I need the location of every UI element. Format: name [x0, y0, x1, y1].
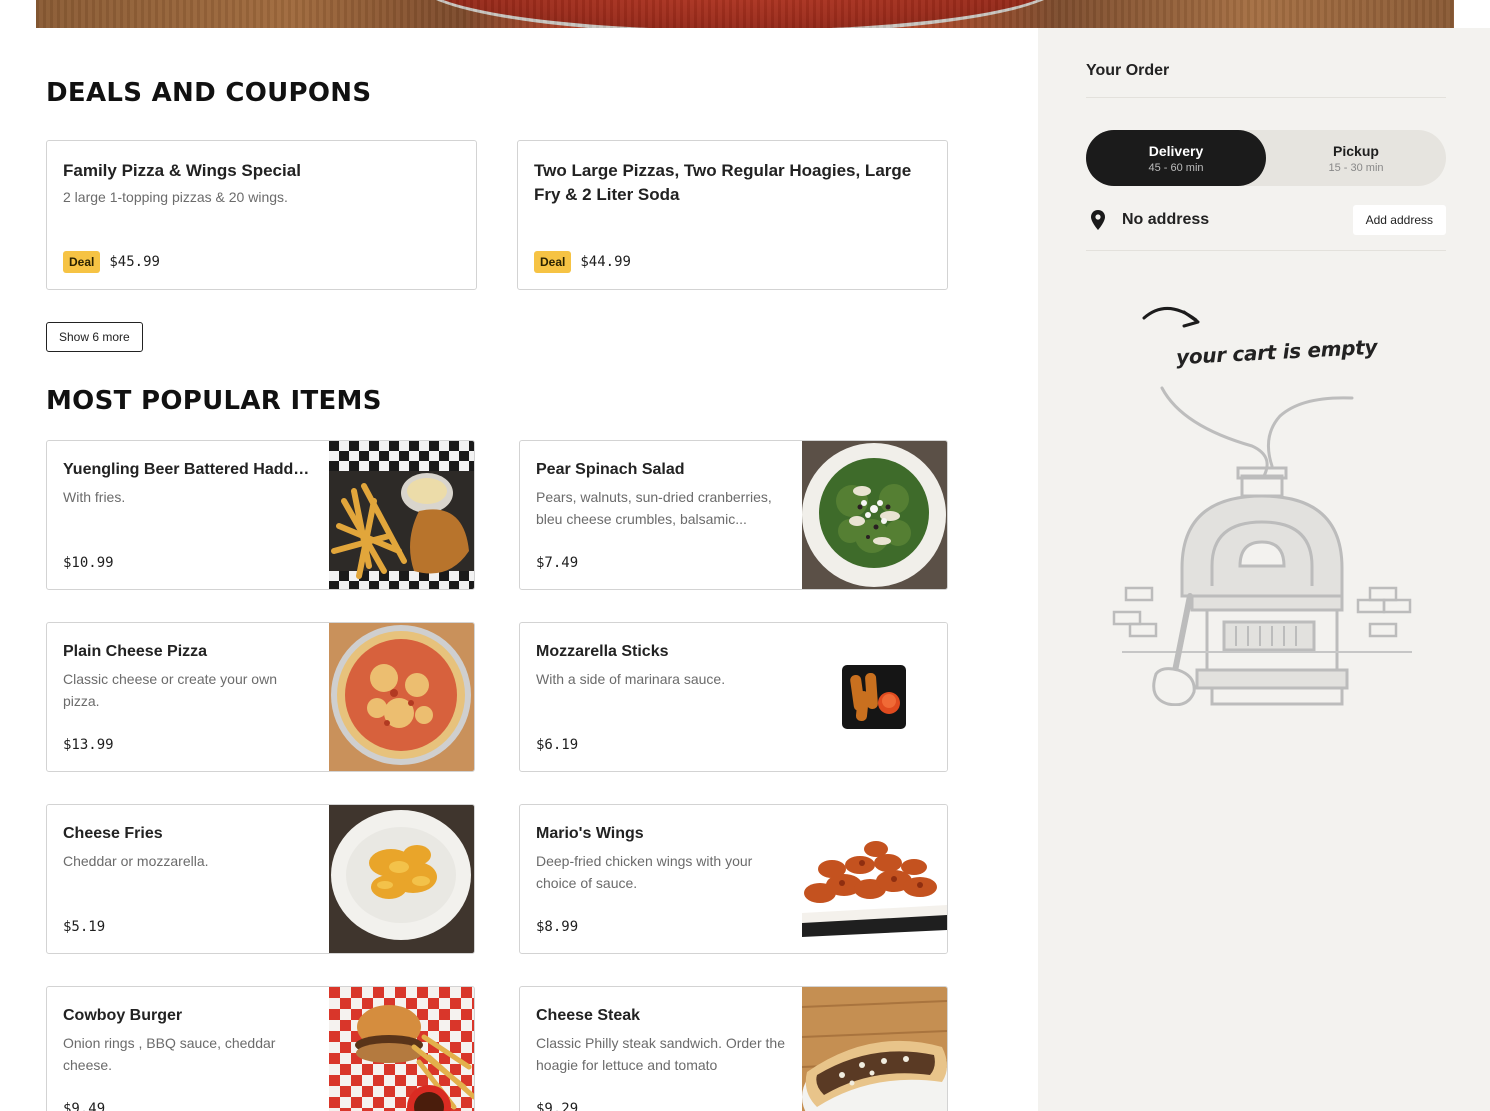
pickup-time: 15 - 30 min [1328, 161, 1384, 174]
menu-item-card[interactable]: Yuengling Beer Battered Haddo... With fr… [46, 440, 475, 590]
item-name: Pear Spinach Salad [536, 461, 685, 478]
item-name: Mozzarella Sticks [536, 643, 669, 660]
popular-section-title: MOST POPULAR ITEMS [46, 386, 382, 416]
salad-photo [802, 441, 947, 589]
item-price: $5.19 [63, 919, 106, 935]
deal-description: 2 large 1-topping pizzas & 20 wings. [63, 189, 288, 205]
cheese-steak-photo [802, 987, 947, 1111]
order-sidebar: Your Order Delivery 45 - 60 min Pickup 1… [1038, 28, 1490, 1111]
delivery-option[interactable]: Delivery 45 - 60 min [1086, 130, 1266, 186]
deal-price: $45.99 [109, 254, 160, 270]
address-text: No address [1122, 211, 1210, 228]
restaurant-hero-image [36, 0, 1454, 28]
deals-section-title: DEALS AND COUPONS [46, 78, 372, 108]
item-description: Deep-fried chicken wings with your choic… [536, 853, 753, 891]
menu-item-card[interactable]: Cheese Steak Classic Philly steak sandwi… [519, 986, 948, 1111]
menu-item-card[interactable]: Cheese Fries Cheddar or mozzarella. $5.1… [46, 804, 475, 954]
wings-photo [802, 805, 947, 953]
item-name: Cheese Steak [536, 1007, 641, 1024]
divider [1086, 97, 1446, 98]
item-price: $6.19 [536, 737, 579, 753]
location-pin-icon [1091, 210, 1105, 230]
menu-item-card[interactable]: Plain Cheese Pizza Classic cheese or cre… [46, 622, 475, 772]
mozzarella-sticks-photo [802, 623, 947, 771]
pickup-label: Pickup [1333, 142, 1379, 159]
item-name: Plain Cheese Pizza [63, 643, 208, 660]
show-more-deals-button[interactable]: Show 6 more [46, 322, 143, 352]
deal-card[interactable]: Two Large Pizzas, Two Regular Hoagies, L… [517, 140, 948, 290]
cheese-pizza-photo [329, 623, 474, 771]
cheese-fries-photo [329, 805, 474, 953]
item-price: $7.49 [536, 555, 579, 571]
item-description: With a side of marinara sauce. [536, 671, 726, 687]
order-title: Your Order [1086, 62, 1170, 79]
fulfillment-toggle: Delivery 45 - 60 min Pickup 15 - 30 min [1086, 130, 1446, 186]
menu-item-card[interactable]: Mozzarella Sticks With a side of marinar… [519, 622, 948, 772]
item-description: With fries. [63, 489, 126, 505]
menu-item-card[interactable]: Pear Spinach Salad Pears, walnuts, sun-d… [519, 440, 948, 590]
item-name: Mario's Wings [536, 825, 644, 842]
delivery-label: Delivery [1148, 142, 1204, 159]
item-description: Pears, walnuts, sun-dried cranberries, b… [536, 489, 772, 527]
deal-badge: Deal [63, 251, 101, 273]
item-price: $10.99 [63, 555, 114, 571]
address-row: No address Add address [1086, 204, 1446, 236]
item-price: $13.99 [63, 737, 114, 753]
item-description: Onion rings , BBQ sauce, cheddar cheese. [63, 1035, 276, 1073]
item-name: Cowboy Burger [63, 1007, 183, 1024]
item-price: $9.49 [63, 1101, 106, 1111]
fish-and-chips-photo [329, 441, 474, 589]
item-price: $9.29 [536, 1101, 579, 1111]
delivery-time: 45 - 60 min [1148, 161, 1204, 174]
pickup-option[interactable]: Pickup 15 - 30 min [1266, 130, 1446, 186]
menu-item-card[interactable]: Mario's Wings Deep-fried chicken wings w… [519, 804, 948, 954]
deal-card[interactable]: Family Pizza & Wings Special 2 large 1-t… [46, 140, 477, 290]
item-description: Classic Philly steak sandwich. Order the… [536, 1035, 785, 1073]
item-description: Classic cheese or create your own pizza. [63, 671, 277, 709]
divider [1086, 250, 1446, 251]
item-description: Cheddar or mozzarella. [63, 853, 209, 869]
add-address-button[interactable]: Add address [1352, 205, 1446, 235]
item-name: Cheese Fries [63, 825, 163, 842]
item-name: Yuengling Beer Battered Haddo... [63, 461, 313, 478]
item-price: $8.99 [536, 919, 579, 935]
deal-name: Two Large Pizzas, Two Regular Hoagies, L… [534, 161, 912, 204]
deal-price: $44.99 [580, 254, 631, 270]
menu-item-card[interactable]: Cowboy Burger Onion rings , BBQ sauce, c… [46, 986, 475, 1111]
burger-photo [329, 987, 474, 1111]
deal-name: Family Pizza & Wings Special [63, 161, 301, 180]
deal-badge: Deal [534, 251, 572, 273]
